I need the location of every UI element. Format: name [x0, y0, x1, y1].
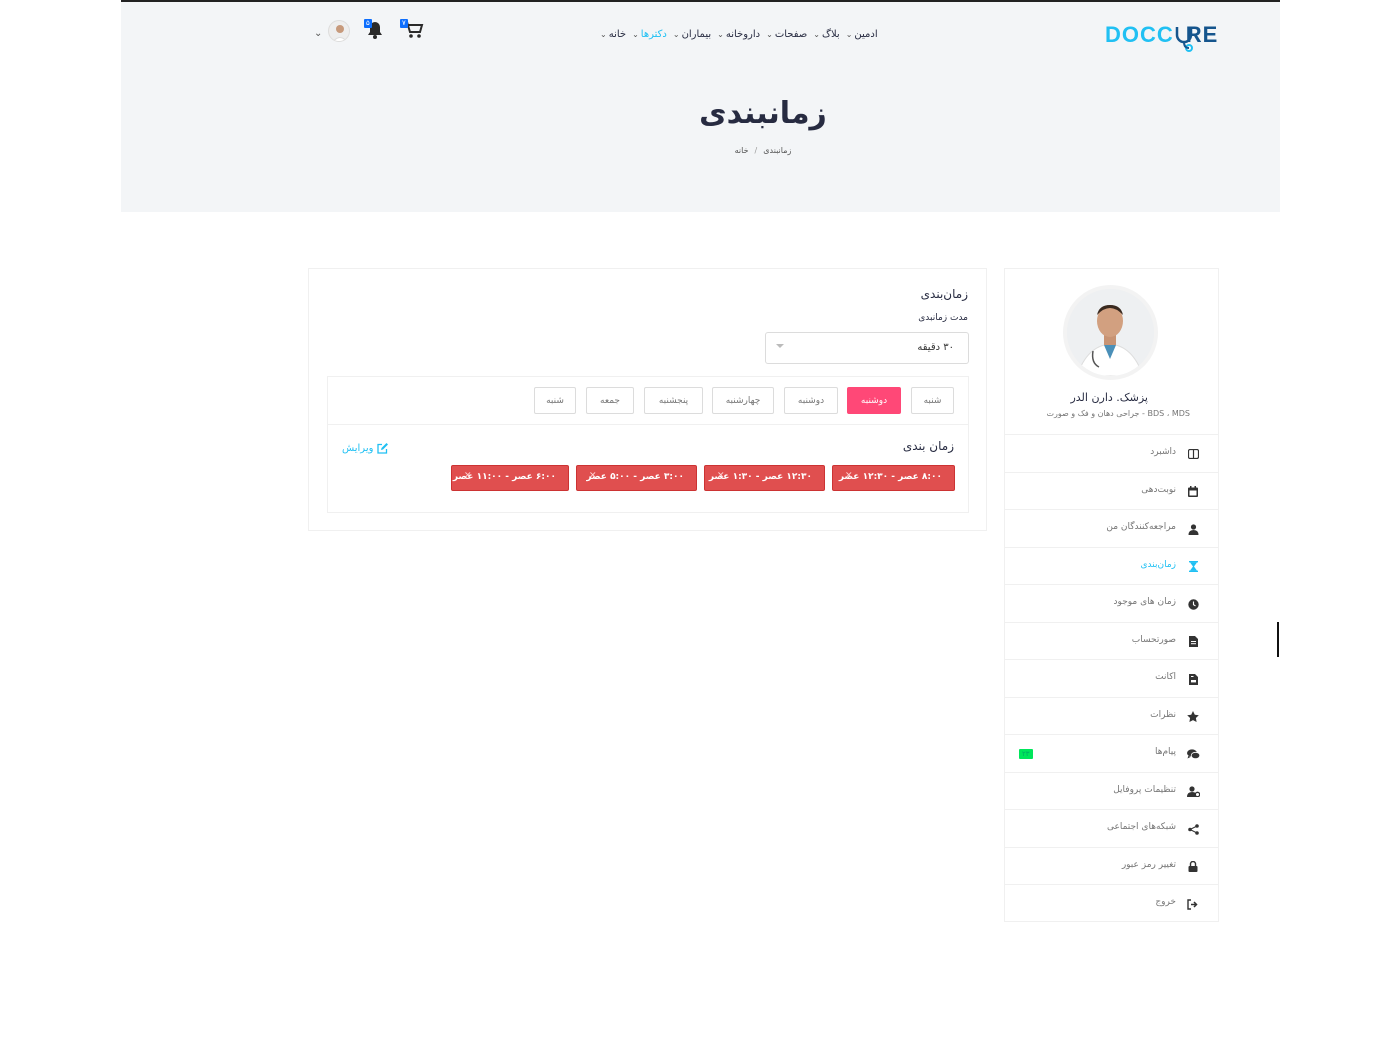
nav-item-blog[interactable]: بلاگ ⌄	[813, 29, 839, 40]
schedule-card: زمان‌بندی مدت زمانبدی ۳۰ دقیقه شنبه دوشن…	[308, 268, 987, 531]
lock-icon	[1186, 860, 1200, 874]
chevron-down-icon: ⌄	[632, 29, 639, 39]
messages-count-badge: ۲۳	[1019, 749, 1033, 759]
chevron-down-icon: ⌄	[766, 29, 773, 39]
cart-badge: ۷	[400, 19, 408, 28]
doccure-logo[interactable]: DOCC RE	[1105, 20, 1221, 52]
cart-button[interactable]: ۷	[400, 19, 424, 44]
notification-badge: ۵	[364, 19, 372, 28]
sidebar-item-profile-settings[interactable]: تنظیمات پروفایل	[1005, 773, 1218, 810]
sidebar-item-change-password[interactable]: تغییر رمز عبور	[1005, 848, 1218, 885]
breadcrumb-current: زمانبندی	[763, 146, 792, 155]
day-tab-4[interactable]: چهارشنبه	[712, 387, 774, 414]
doctor-avatar[interactable]	[1063, 285, 1158, 380]
page-title: زمانبندی	[699, 96, 827, 131]
doctor-sidebar: پزشک. دارن الدر BDS ، MDS - جراحی دهان و…	[1004, 268, 1219, 922]
doctor-name: پزشک. دارن الدر	[1070, 391, 1148, 404]
logo-text: DOCC RE	[1105, 22, 1219, 47]
day-tabs: شنبه دوشنبه دوشنبه چهارشنبه پنجشنبه جمعه…	[328, 377, 968, 425]
duration-label: مدت زمانبدی	[918, 313, 968, 323]
card-title: زمان‌بندی	[920, 287, 968, 301]
sidebar-item-schedule[interactable]: زمان‌بندی	[1005, 548, 1218, 585]
invoice-icon	[1186, 635, 1200, 649]
time-slot-3[interactable]: ۳:۰۰ عصر - ۵:۰۰ عصر ✕	[576, 465, 697, 491]
remove-slot-icon[interactable]: ✕	[717, 471, 725, 481]
time-slot-1[interactable]: ۸:۰۰ عصر - ۱۲:۳۰ عصر ✕	[832, 465, 955, 491]
share-icon	[1186, 822, 1200, 836]
sidebar-item-dashboard[interactable]: داشبرد	[1005, 435, 1218, 473]
sidebar-item-logout[interactable]: خروج	[1005, 885, 1218, 923]
day-tab-6[interactable]: جمعه	[586, 387, 634, 414]
chevron-down-icon: ⌄	[600, 29, 607, 39]
sidebar-item-my-patients[interactable]: مراجعه‌کنندگان من	[1005, 510, 1218, 548]
duration-value: ۳۰ دقیقه	[917, 342, 954, 353]
breadcrumb: خانه / زمانبندی	[700, 146, 826, 155]
chevron-down-icon: ⌄	[672, 29, 680, 39]
time-slot-2[interactable]: ۱۲:۳۰ عصر - ۱:۳۰ عصر ✕	[704, 465, 825, 491]
sidebar-item-messages[interactable]: پیام‌ها ۲۳	[1005, 735, 1218, 773]
schedule-panel: شنبه دوشنبه دوشنبه چهارشنبه پنجشنبه جمعه…	[327, 376, 969, 513]
duration-select[interactable]: ۳۰ دقیقه	[765, 332, 969, 364]
day-tab-2[interactable]: دوشنبه	[847, 387, 901, 414]
nav-item-doctors[interactable]: دکترها ⌄	[632, 29, 667, 40]
day-tab-5[interactable]: پنجشنبه	[644, 387, 703, 414]
sidebar-item-available-timings[interactable]: زمان های موجود	[1005, 585, 1218, 623]
sidebar-item-social-media[interactable]: شبکه‌های اجتماعی	[1005, 810, 1218, 848]
calendar-icon	[1186, 485, 1200, 499]
star-icon	[1186, 710, 1200, 724]
chevron-down-icon: ⌄	[813, 29, 820, 39]
sign-out-icon	[1186, 897, 1200, 911]
sidebar-item-account[interactable]: اکانت	[1005, 660, 1218, 698]
profile-widget: پزشک. دارن الدر BDS ، MDS - جراحی دهان و…	[1005, 269, 1218, 435]
user-avatar[interactable]	[328, 20, 350, 42]
remove-slot-icon[interactable]: ✕	[589, 471, 597, 481]
doctor-specialty: BDS ، MDS - جراحی دهان و فک و صورت	[1046, 409, 1190, 418]
day-tab-1[interactable]: شنبه	[911, 387, 954, 414]
user-injured-icon	[1186, 522, 1200, 536]
breadcrumb-separator: /	[754, 146, 758, 155]
header-actions: ۷ ۵ ⌄	[312, 18, 432, 46]
user-cog-icon	[1186, 785, 1200, 799]
clock-icon	[1186, 597, 1200, 611]
chevron-down-icon: ⌄	[845, 29, 853, 39]
nav-item-admin[interactable]: ادمین ⌄	[846, 29, 878, 40]
notifications-button[interactable]: ۵	[364, 19, 384, 44]
nav-item-pharmacy[interactable]: داروخانه ⌄	[717, 29, 760, 40]
main-nav: خانه ⌄ دکترها ⌄ بیماران ⌄ داروخانه ⌄ صفحات ⌄ …	[600, 25, 910, 43]
file-invoice-icon	[1186, 672, 1200, 686]
text-cursor-marker	[1277, 622, 1279, 657]
schedule-section-title: زمان بندی	[902, 439, 954, 453]
stethoscope-icon	[1175, 27, 1193, 52]
time-slot-4[interactable]: ۶:۰۰ عصر - ۱۱:۰۰ عصر ✕	[451, 465, 569, 491]
hourglass-icon	[1186, 560, 1200, 574]
sidebar-item-appointments[interactable]: نوبت‌دهی	[1005, 473, 1218, 510]
dashboard-icon	[1186, 447, 1200, 461]
day-tab-7[interactable]: شنبه	[534, 387, 576, 414]
remove-slot-icon[interactable]: ✕	[845, 471, 853, 481]
sidebar-item-reviews[interactable]: نظرات	[1005, 698, 1218, 735]
breadcrumb-home[interactable]: خانه	[735, 146, 749, 155]
chevron-down-icon: ⌄	[717, 29, 724, 39]
day-tab-3[interactable]: دوشنبه	[784, 387, 838, 414]
dropdown-arrow-icon	[776, 344, 784, 348]
remove-slot-icon[interactable]: ✕	[464, 471, 472, 481]
edit-schedule-link[interactable]: ویرایش	[342, 443, 389, 454]
avatar-image-icon	[329, 21, 349, 41]
nav-item-patients[interactable]: بیماران ⌄	[673, 29, 711, 40]
nav-item-pages[interactable]: صفحات ⌄	[766, 29, 807, 40]
nav-item-home[interactable]: خانه ⌄	[600, 29, 626, 40]
sidebar-item-invoices[interactable]: صورتحساب	[1005, 623, 1218, 660]
chevron-down-icon[interactable]: ⌄	[314, 28, 322, 39]
edit-icon	[377, 443, 389, 454]
doctor-photo-icon	[1067, 289, 1154, 376]
comments-icon	[1186, 747, 1200, 761]
